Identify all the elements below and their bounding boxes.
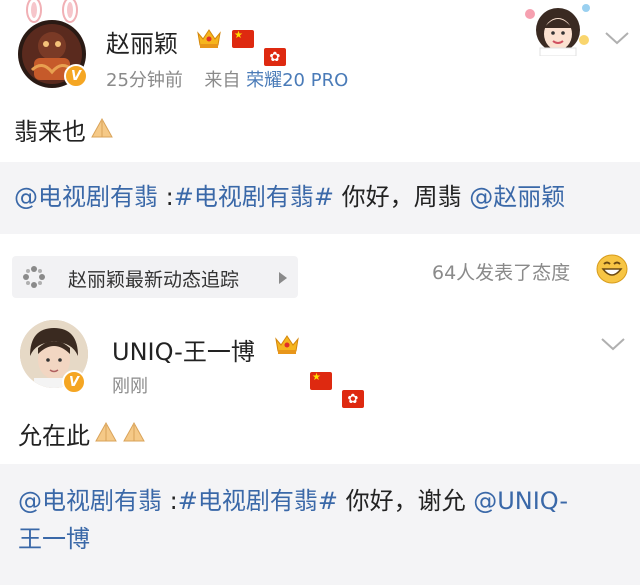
china-flag-icon-post2: ★ bbox=[310, 372, 332, 390]
crown-icon-post2 bbox=[274, 333, 300, 359]
smile-emoji[interactable] bbox=[596, 254, 628, 288]
post1-quote-hashtag[interactable]: #电视剧有翡# bbox=[174, 183, 334, 211]
china-flag-icon: ★ bbox=[232, 30, 254, 48]
hongkong-flag-icon: ✿ bbox=[264, 48, 286, 66]
post2-quote-text: @电视剧有翡 :#电视剧有翡# 你好，谢允 @UNIQ- 王一博 bbox=[18, 482, 628, 558]
post1-quote-text: @电视剧有翡 :#电视剧有翡# 你好，周翡 @赵丽颖 bbox=[14, 178, 565, 216]
verified-v-icon-post2: V bbox=[62, 370, 86, 394]
reaction-count[interactable]: 64人发表了态度 bbox=[432, 258, 570, 285]
post1-header: V 赵丽颖 ★ ✿ 25分钟前 来自 荣耀20 PRO bbox=[0, 0, 640, 91]
post2-chevron-down-icon[interactable] bbox=[600, 336, 626, 356]
sparkle-dots-icon bbox=[22, 265, 46, 293]
post1-source[interactable]: 荣耀20 PRO bbox=[246, 70, 348, 91]
topic-tracking-bar[interactable]: 赵丽颖最新动态追踪 bbox=[12, 256, 298, 298]
crown-icon bbox=[196, 27, 222, 53]
post2-quote-body: 你好，谢允 bbox=[337, 487, 474, 515]
post2-username[interactable]: UNIQ-王一博 bbox=[112, 332, 255, 367]
post1-quote-body: 你好，周翡 bbox=[333, 183, 470, 211]
post2-time: 刚刚 bbox=[112, 376, 148, 397]
post1-chevron-down-icon[interactable] bbox=[604, 30, 630, 50]
post1-username[interactable]: 赵丽颖 bbox=[106, 24, 178, 59]
post2-quote-hashtag[interactable]: #电视剧有翡# bbox=[178, 487, 338, 515]
post1-content: 翡来也 bbox=[14, 112, 116, 147]
post1-quote-mention1[interactable]: @电视剧有翡 bbox=[14, 183, 158, 211]
play-arrow-icon bbox=[278, 270, 288, 289]
post2-quote-mention2-cont[interactable]: 王一博 bbox=[18, 525, 90, 553]
post2-quote-sep: : bbox=[162, 487, 178, 515]
pray-hands-emoji bbox=[120, 419, 148, 449]
post1-quote-mention2[interactable]: @赵丽颖 bbox=[469, 183, 565, 211]
post2-content-text: 允在此 bbox=[18, 422, 90, 450]
post2-quote-mention1[interactable]: @电视剧有翡 bbox=[18, 487, 162, 515]
post1-time: 25分钟前 bbox=[106, 70, 183, 91]
post1-content-text: 翡来也 bbox=[14, 118, 86, 146]
post2-quote-mention2[interactable]: @UNIQ- bbox=[473, 487, 568, 515]
post1-meta: 25分钟前 来自 荣耀20 PRO bbox=[106, 66, 348, 92]
post2-quote-block[interactable]: @电视剧有翡 :#电视剧有翡# 你好，谢允 @UNIQ- 王一博 bbox=[0, 464, 640, 585]
verified-v-icon: V bbox=[64, 64, 88, 88]
post2-content: 允在此 bbox=[18, 416, 148, 451]
hongkong-flag-icon-post2: ✿ bbox=[342, 390, 364, 408]
pray-hands-emoji bbox=[88, 115, 116, 145]
card-decoration-avatar bbox=[522, 0, 594, 57]
post1-avatar[interactable]: V bbox=[12, 0, 92, 92]
pray-hands-emoji bbox=[92, 419, 120, 449]
post1-quote-block[interactable]: @电视剧有翡 :#电视剧有翡# 你好，周翡 @赵丽颖 bbox=[0, 162, 640, 234]
post1-quote-sep: : bbox=[158, 183, 174, 211]
post1-source-prefix: 来自 bbox=[204, 70, 241, 91]
topic-label: 赵丽颖最新动态追踪 bbox=[68, 269, 240, 291]
